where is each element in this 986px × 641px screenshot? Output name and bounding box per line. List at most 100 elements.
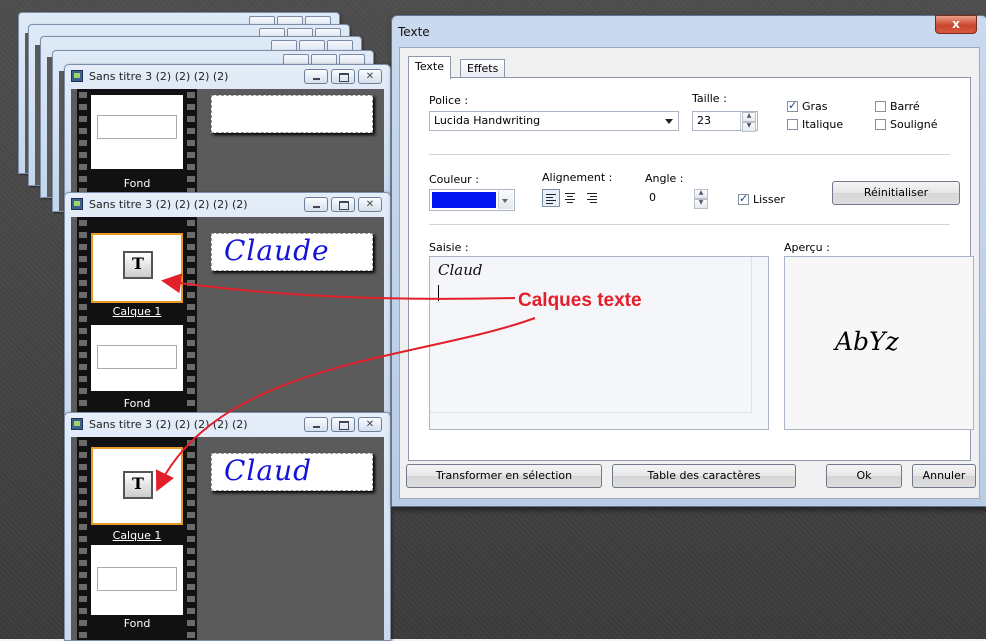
underline-checkbox[interactable]: Souligné — [875, 118, 938, 131]
text-layer-icon: T — [123, 251, 153, 279]
layer-thumbnail[interactable] — [91, 545, 183, 615]
image-window-2[interactable]: Sans titre 3 (2) (2) (2) (2) (2) ✕ T Cal… — [64, 192, 391, 416]
annotation-label: Calques texte — [518, 290, 642, 311]
tab-effets[interactable]: Effets — [460, 59, 506, 78]
chevron-down-icon — [665, 119, 673, 124]
couleur-label: Couleur : — [429, 173, 479, 186]
preview-box: AbYz — [784, 256, 974, 430]
text-layer-thumbnail[interactable]: T — [91, 447, 183, 525]
maximize-button[interactable] — [331, 197, 355, 212]
text-input-value: Claud — [438, 261, 483, 279]
text-dialog[interactable]: Texte x Texte Effets Police : Lucida Han… — [391, 15, 986, 507]
layer-label[interactable]: Fond — [91, 617, 183, 630]
tab-texte[interactable]: Texte — [408, 56, 452, 79]
window-title: Sans titre 3 (2) (2) (2) (2) — [89, 70, 229, 83]
image-icon — [71, 418, 83, 430]
checkbox-icon — [875, 119, 886, 130]
checkbox-checked-icon — [738, 192, 749, 205]
chevron-down-icon — [498, 191, 513, 209]
canvas-preview[interactable]: Claud — [211, 453, 373, 491]
align-left-icon[interactable] — [542, 189, 560, 207]
layer-thumbnail[interactable] — [91, 95, 183, 169]
window-titlebar[interactable]: Sans titre 3 (2) (2) (2) (2) (2) ✕ — [65, 193, 390, 217]
layer-thumbnail[interactable] — [91, 325, 183, 391]
font-select[interactable]: Lucida Handwriting — [429, 111, 679, 131]
maximize-button[interactable] — [331, 417, 355, 432]
window-titlebar[interactable]: Sans titre 3 (2) (2) (2) (2) ✕ — [65, 65, 390, 89]
text-caret — [438, 285, 439, 301]
saisie-label: Saisie : — [429, 241, 469, 254]
ok-button[interactable]: Ok — [826, 464, 902, 488]
close-button[interactable]: ✕ — [358, 417, 382, 432]
align-right-icon[interactable] — [584, 189, 602, 207]
layer-label[interactable]: Fond — [91, 177, 183, 190]
angle-value: 0 — [649, 191, 656, 204]
image-icon — [71, 198, 83, 210]
vertical-scrollbar[interactable] — [751, 257, 768, 413]
underline-label: Souligné — [890, 118, 938, 131]
layers-pane: T Calque 1 Fond Claud — [71, 437, 384, 640]
convert-to-selection-button[interactable]: Transformer en sélection — [406, 464, 602, 488]
horizontal-scrollbar[interactable] — [430, 412, 752, 429]
spin-down-icon[interactable]: ▼ — [694, 199, 708, 209]
dialog-title: Texte — [398, 25, 430, 39]
canvas-preview[interactable] — [211, 95, 373, 133]
alignement-label: Alignement : — [542, 171, 613, 184]
bold-checkbox[interactable]: Gras — [787, 99, 828, 113]
minimize-button[interactable] — [304, 417, 328, 432]
text-input-area[interactable]: Claud — [429, 256, 769, 430]
spin-down-icon[interactable]: ▼ — [742, 122, 756, 132]
window-title: Sans titre 3 (2) (2) (2) (2) (2) — [89, 198, 248, 211]
strikethrough-label: Barré — [890, 100, 920, 113]
layers-filmstrip: T Calque 1 Fond — [77, 437, 197, 640]
text-tab-panel: Police : Lucida Handwriting Taille : 23 … — [408, 77, 974, 461]
size-value: 23 — [697, 114, 711, 127]
layers-filmstrip: T Calque 1 Fond — [77, 217, 197, 415]
close-button[interactable]: ✕ — [358, 69, 382, 84]
strikethrough-checkbox[interactable]: Barré — [875, 100, 920, 113]
checkbox-checked-icon — [787, 99, 798, 112]
image-window-1[interactable]: Sans titre 3 (2) (2) (2) (2) ✕ Fond — [64, 64, 391, 196]
layer-label[interactable]: Fond — [91, 397, 183, 410]
checkbox-icon — [875, 101, 886, 112]
spin-up-icon[interactable]: ▲ — [694, 189, 708, 199]
window-title: Sans titre 3 (2) (2) (2) (2) (2) — [89, 418, 248, 431]
align-center-icon[interactable] — [562, 189, 580, 207]
window-titlebar[interactable]: Sans titre 3 (2) (2) (2) (2) (2) ✕ — [65, 413, 390, 437]
layer-label[interactable]: Calque 1 — [91, 529, 183, 542]
preview-sample: AbYz — [835, 327, 899, 356]
spin-up-icon[interactable]: ▲ — [742, 112, 756, 122]
minimize-button[interactable] — [304, 69, 328, 84]
italic-checkbox[interactable]: Italique — [787, 118, 843, 131]
separator — [429, 154, 950, 155]
reset-button[interactable]: Réinitialiser — [832, 181, 960, 205]
minimize-button[interactable] — [304, 197, 328, 212]
layers-pane: T Calque 1 Fond Claude — [71, 217, 384, 415]
text-layer-icon: T — [123, 471, 153, 499]
checkbox-icon — [787, 119, 798, 130]
image-icon — [71, 70, 83, 82]
layers-pane: Fond — [71, 89, 384, 195]
layer-label[interactable]: Calque 1 — [91, 305, 183, 318]
maximize-button[interactable] — [331, 69, 355, 84]
angle-spinner[interactable]: 0 ▲ ▼ — [645, 189, 709, 209]
apercu-label: Aperçu : — [784, 241, 830, 254]
taille-label: Taille : — [692, 92, 727, 105]
close-button[interactable]: ✕ — [358, 197, 382, 212]
text-layer-thumbnail[interactable]: T — [91, 233, 183, 303]
italic-label: Italique — [802, 118, 844, 131]
smooth-label: Lisser — [753, 193, 785, 206]
character-map-button[interactable]: Table des caractères — [612, 464, 796, 488]
dialog-close-button[interactable]: x — [935, 15, 977, 34]
canvas-preview[interactable]: Claude — [211, 233, 373, 271]
layers-filmstrip: Fond — [77, 89, 197, 195]
dialog-client: Texte Effets Police : Lucida Handwriting… — [399, 47, 980, 499]
size-spinner[interactable]: 23 ▲ ▼ — [692, 111, 758, 132]
smooth-checkbox[interactable]: Lisser — [738, 192, 785, 206]
image-window-3[interactable]: Sans titre 3 (2) (2) (2) (2) (2) ✕ T Cal… — [64, 412, 391, 641]
police-label: Police : — [429, 94, 469, 107]
color-swatch — [432, 192, 496, 208]
cancel-button[interactable]: Annuler — [912, 464, 976, 488]
color-picker[interactable] — [429, 189, 515, 211]
font-select-value: Lucida Handwriting — [434, 114, 541, 127]
